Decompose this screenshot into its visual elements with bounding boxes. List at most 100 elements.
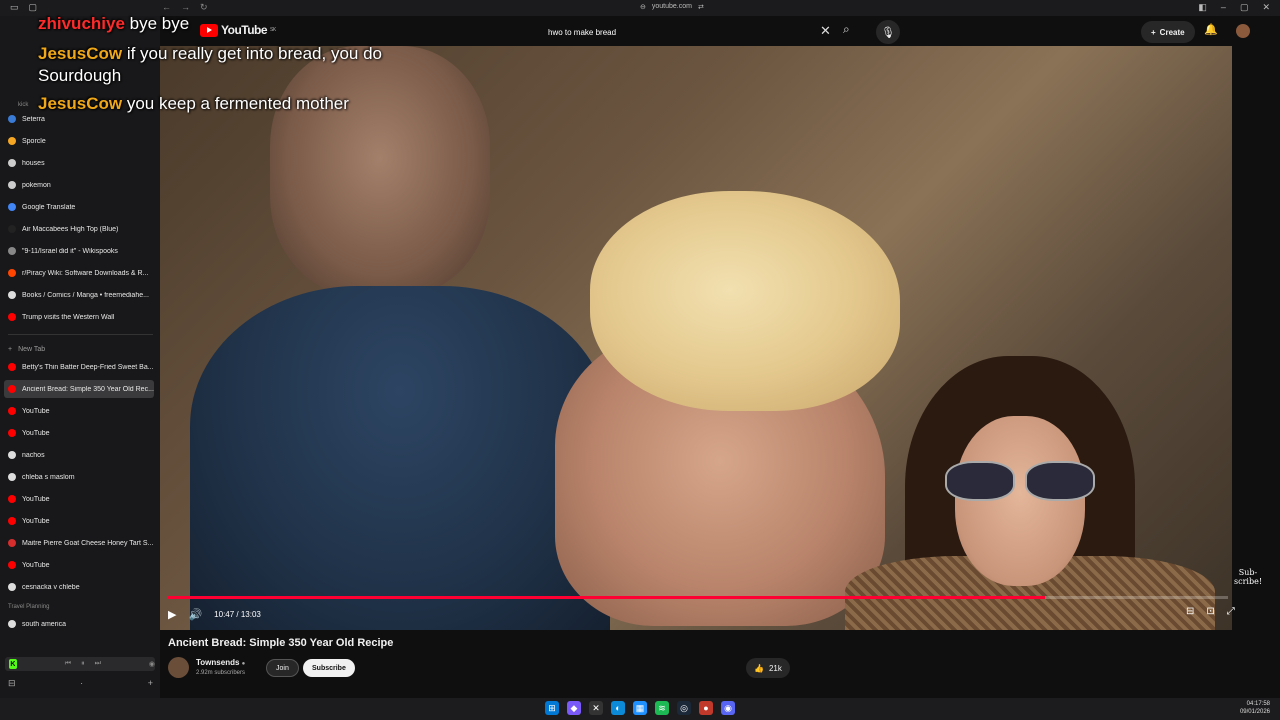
tabs-item[interactable]: YouTube bbox=[4, 512, 154, 530]
favicon-icon bbox=[8, 247, 16, 255]
system-clock[interactable]: 04:17:58 09/01/2026 bbox=[1240, 700, 1270, 716]
settings-sliders-icon[interactable]: ⇄ bbox=[698, 3, 704, 11]
cast-icon[interactable]: ⊡ bbox=[1206, 606, 1214, 617]
chat-message: Sourdough bbox=[38, 66, 121, 86]
clear-search-icon[interactable]: ✕ bbox=[820, 23, 831, 39]
link-icon: ⊖ bbox=[640, 4, 646, 11]
webcam-overlay bbox=[825, 356, 1225, 630]
tabs-item[interactable]: Ancient Bread: Simple 350 Year Old Rec..… bbox=[4, 380, 154, 398]
fullscreen-icon[interactable]: ⤢ bbox=[1227, 606, 1235, 617]
items-item[interactable]: pokemon bbox=[4, 176, 154, 194]
like-count: 21k bbox=[768, 663, 782, 673]
items-item[interactable]: Sporcle bbox=[4, 132, 154, 150]
channel-avatar[interactable] bbox=[168, 657, 189, 678]
new-tab-button[interactable]: + New Tab bbox=[8, 346, 45, 353]
section_items-item[interactable]: south america bbox=[4, 615, 154, 633]
tabs-label: YouTube bbox=[22, 407, 50, 415]
favicon-icon bbox=[8, 269, 16, 277]
subscribe-watermark[interactable]: Sub-scribe! bbox=[1234, 568, 1262, 586]
tabs-item[interactable]: cesnacka v chlebe bbox=[4, 578, 154, 596]
volume-icon[interactable]: 🔊 bbox=[188, 608, 202, 621]
browser-app-icon[interactable]: ◆ bbox=[567, 701, 581, 715]
favicon-icon bbox=[8, 291, 16, 299]
search-icon[interactable]: ⌕ bbox=[843, 22, 850, 37]
tool-app-icon[interactable]: ✕ bbox=[589, 701, 603, 715]
chat-username[interactable]: JesusCow bbox=[38, 94, 122, 113]
tabs-label: YouTube bbox=[22, 517, 50, 525]
bell-icon[interactable]: 🔔 bbox=[1204, 23, 1218, 36]
favicon-icon bbox=[8, 561, 16, 569]
windows-start-icon[interactable]: ⊞ bbox=[545, 701, 559, 715]
section-header[interactable]: Travel Planning bbox=[8, 604, 49, 610]
edge-icon[interactable]: ◐ bbox=[611, 701, 625, 715]
tabs-item[interactable]: YouTube bbox=[4, 402, 154, 420]
tabs-icon[interactable]: ▢ bbox=[29, 2, 38, 13]
microphone-icon[interactable]: 🎙 bbox=[876, 20, 900, 44]
archive-icon[interactable]: ⊟ bbox=[8, 678, 16, 689]
user-avatar[interactable] bbox=[1236, 24, 1250, 38]
channel-name-text[interactable]: Townsends bbox=[196, 658, 239, 667]
time-display: 10:47 / 13:03 bbox=[214, 609, 261, 619]
previous-icon[interactable]: ⏮ bbox=[65, 660, 71, 668]
sidebar-toggle-icon[interactable]: ▭ bbox=[10, 2, 19, 13]
next-icon[interactable]: ⏭ bbox=[95, 660, 101, 668]
channel-name[interactable]: Townsends ● bbox=[196, 658, 245, 667]
minimize-icon[interactable]: – bbox=[1221, 2, 1226, 13]
items-label: Trump visits the Western Wall bbox=[22, 313, 115, 321]
youtube-logo-text: YouTube bbox=[221, 23, 268, 37]
chat-message: zhivuchiye bye bye bbox=[38, 14, 189, 34]
reload-icon[interactable]: ↻ bbox=[200, 2, 208, 13]
tabs-item[interactable]: YouTube bbox=[4, 556, 154, 574]
chat-username[interactable]: JesusCow bbox=[38, 44, 122, 63]
forward-icon[interactable]: → bbox=[181, 2, 190, 13]
tabs-item[interactable]: nachos bbox=[4, 446, 154, 464]
media-volume-icon[interactable]: ◉ bbox=[149, 660, 155, 668]
search-input[interactable]: hwo to make bread bbox=[540, 21, 835, 43]
join-button[interactable]: Join bbox=[266, 659, 299, 677]
favicon-icon bbox=[8, 495, 16, 503]
items-item[interactable]: "9-11/Israel did it" - Wikispooks bbox=[4, 242, 154, 260]
items-label: Sporcle bbox=[22, 137, 46, 145]
back-icon[interactable]: ← bbox=[162, 2, 171, 13]
youtube-logo[interactable]: YouTube SK bbox=[200, 23, 276, 37]
items-item[interactable]: houses bbox=[4, 154, 154, 172]
tabs-item[interactable]: chleba s maslom bbox=[4, 468, 154, 486]
video-player[interactable] bbox=[160, 46, 1232, 630]
items-item[interactable]: Books / Comics / Manga • freemediahe... bbox=[4, 286, 154, 304]
discord-icon[interactable]: ◉ bbox=[721, 701, 735, 715]
favicon-icon bbox=[8, 385, 16, 393]
clock-time: 04:17:58 bbox=[1246, 701, 1270, 707]
app-icon[interactable]: ● bbox=[699, 701, 713, 715]
close-window-icon[interactable]: ✕ bbox=[1262, 2, 1270, 13]
like-button[interactable]: 👍 21k bbox=[746, 658, 790, 678]
items-item[interactable]: Google Translate bbox=[4, 198, 154, 216]
subscribe-button[interactable]: Subscribe bbox=[303, 659, 355, 677]
favicon-icon bbox=[8, 620, 16, 628]
pause-icon[interactable]: ⏸ bbox=[81, 660, 85, 668]
spotify-icon[interactable]: ≋ bbox=[655, 701, 669, 715]
url-bar[interactable]: ⊖ youtube.com ⇄ bbox=[640, 3, 704, 11]
tabs-item[interactable]: YouTube bbox=[4, 490, 154, 508]
tabs-item[interactable]: YouTube bbox=[4, 424, 154, 442]
items-item[interactable]: Air Maccabees High Top (Blue) bbox=[4, 220, 154, 238]
maximize-icon[interactable]: ▢ bbox=[1240, 2, 1249, 13]
miniplayer-icon[interactable]: ⊟ bbox=[1186, 606, 1194, 617]
region-code: SK bbox=[270, 27, 276, 33]
items-item[interactable]: Trump visits the Western Wall bbox=[4, 308, 154, 326]
photos-icon[interactable]: ▦ bbox=[633, 701, 647, 715]
tabs-item[interactable]: Maitre Pierre Goat Cheese Honey Tart S..… bbox=[4, 534, 154, 552]
progress-bar[interactable] bbox=[168, 596, 1228, 599]
steam-icon[interactable]: ◎ bbox=[677, 701, 691, 715]
play-icon[interactable]: ▶ bbox=[168, 608, 176, 621]
extension-icon[interactable]: ◧ bbox=[1198, 2, 1207, 13]
create-button[interactable]: + Create bbox=[1141, 21, 1195, 43]
favicon-icon bbox=[8, 115, 16, 123]
items-item[interactable]: r/Piracy Wiki: Software Downloads & R... bbox=[4, 264, 154, 282]
url-text[interactable]: youtube.com bbox=[652, 3, 692, 11]
chat-username[interactable]: zhivuchiye bbox=[38, 14, 125, 33]
add-icon[interactable]: + bbox=[148, 678, 153, 689]
items-label: Seterra bbox=[22, 115, 45, 123]
tabs-item[interactable]: Betty's Thin Batter Deep-Fried Sweet Ba.… bbox=[4, 358, 154, 376]
progress-fill bbox=[168, 596, 1046, 599]
chat-message: JesusCow you keep a fermented mother bbox=[38, 94, 349, 114]
